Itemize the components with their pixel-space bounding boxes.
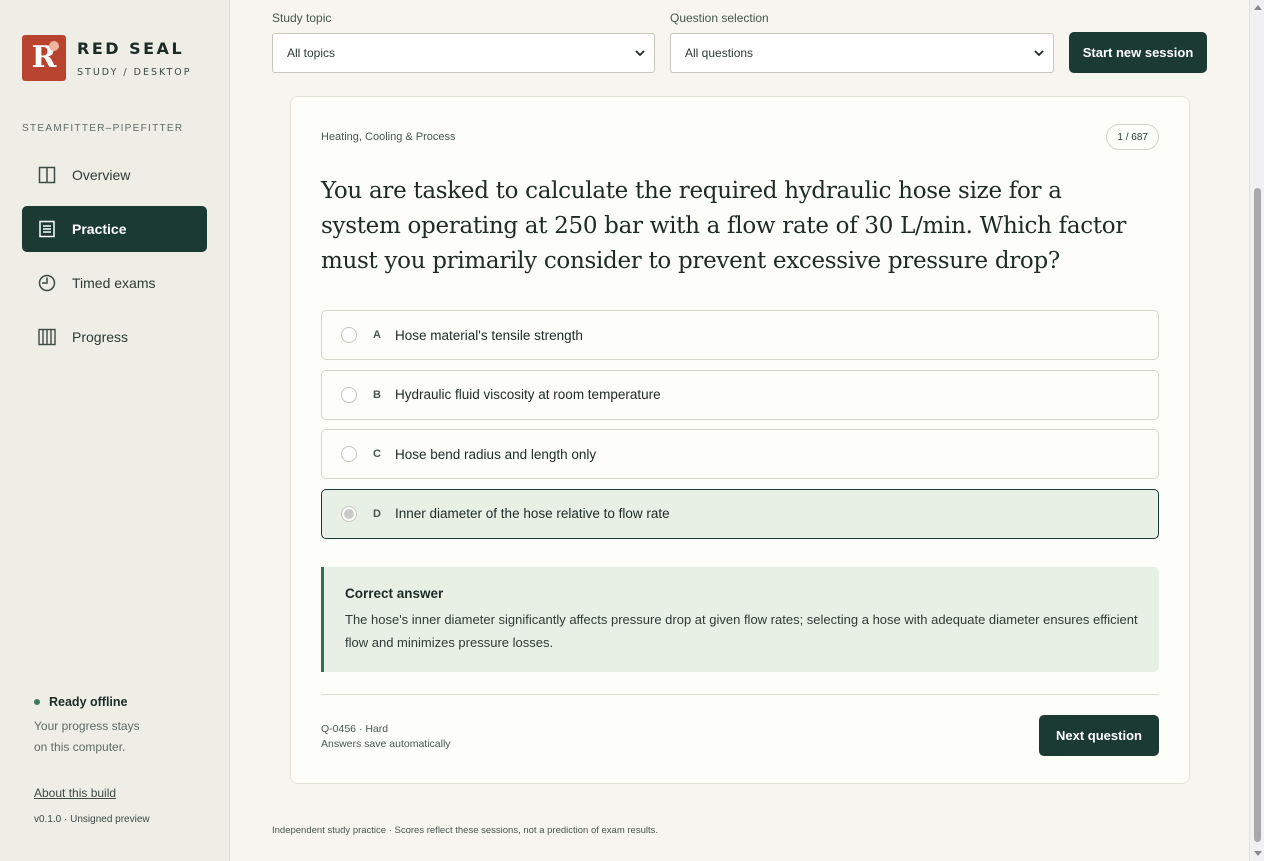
option-letter: C bbox=[373, 448, 381, 460]
radio-button[interactable] bbox=[341, 446, 357, 462]
about-link[interactable]: About this build bbox=[34, 786, 116, 800]
list-icon bbox=[38, 220, 56, 238]
sidebar-item-timed-exams[interactable]: Timed exams bbox=[22, 260, 207, 306]
clock-icon bbox=[38, 274, 56, 292]
scroll-down-arrow-icon[interactable] bbox=[1254, 851, 1262, 856]
option-text: Hose bend radius and length only bbox=[395, 446, 597, 462]
sidebar-item-label: Timed exams bbox=[72, 275, 156, 291]
sidebar-item-label: Practice bbox=[72, 221, 127, 237]
option-letter: A bbox=[373, 329, 381, 341]
sidebar: R RED SEAL STUDY / DESKTOP STEAMFITTER–P… bbox=[0, 0, 230, 861]
chevron-down-icon bbox=[635, 47, 645, 62]
selection-select-value: All questions bbox=[685, 46, 754, 60]
question-counter: 1 / 687 bbox=[1106, 124, 1159, 150]
status-label: Ready offline bbox=[49, 695, 128, 709]
answer-option-c[interactable]: C Hose bend radius and length only bbox=[321, 429, 1159, 479]
trade-label: STEAMFITTER–PIPEFITTER bbox=[22, 123, 184, 134]
sidebar-item-overview[interactable]: Overview bbox=[22, 152, 207, 198]
page-scrollbar[interactable] bbox=[1249, 0, 1264, 861]
answer-option-d[interactable]: D Inner diameter of the hose relative to… bbox=[321, 488, 1159, 539]
sidebar-item-label: Progress bbox=[72, 329, 129, 345]
status-dot bbox=[34, 699, 40, 705]
question-selection-select[interactable]: All questions bbox=[670, 33, 1054, 73]
option-text: Hydraulic fluid viscosity at room temper… bbox=[395, 387, 661, 402]
sidebar-nav: Overview Practice Timed exams Progress bbox=[22, 152, 207, 368]
topic-label: Study topic bbox=[272, 11, 332, 25]
answer-options: A Hose material's tensile strength B Hyd… bbox=[321, 310, 1159, 548]
brand-logo: R bbox=[22, 35, 66, 81]
question-topic: Heating, Cooling & Process bbox=[321, 131, 456, 143]
offline-status: Ready offline Your progress stays on thi… bbox=[34, 695, 154, 758]
bars-icon bbox=[38, 328, 56, 346]
topic-select[interactable]: All topics bbox=[272, 33, 655, 73]
brand-subtitle: STUDY / DESKTOP bbox=[77, 66, 192, 78]
footer-note: Independent study practice · Scores refl… bbox=[272, 825, 659, 836]
logo-dot bbox=[49, 41, 59, 51]
radio-button-selected[interactable] bbox=[341, 505, 357, 522]
radio-button[interactable] bbox=[341, 327, 357, 343]
scroll-up-arrow-icon[interactable] bbox=[1254, 5, 1262, 10]
autosave-note: Answers save automatically bbox=[321, 738, 451, 750]
option-text: Inner diameter of the hose relative to f… bbox=[395, 506, 670, 521]
radio-button[interactable] bbox=[341, 386, 357, 403]
brand: R RED SEAL STUDY / DESKTOP bbox=[22, 35, 191, 81]
next-question-button[interactable]: Next question bbox=[1039, 715, 1159, 756]
columns-icon bbox=[38, 166, 56, 184]
question-text: You are tasked to calculate the required… bbox=[321, 178, 1127, 274]
selection-label: Question selection bbox=[670, 11, 769, 25]
feedback-title: Correct answer bbox=[345, 586, 444, 601]
divider bbox=[321, 694, 1159, 695]
answer-option-a[interactable]: A Hose material's tensile strength bbox=[321, 310, 1159, 360]
option-text: Hose material's tensile strength bbox=[395, 327, 583, 343]
chevron-down-icon bbox=[1034, 47, 1044, 62]
version-label: v0.1.0 · Unsigned preview bbox=[34, 814, 150, 825]
scrollbar-thumb[interactable] bbox=[1254, 188, 1261, 842]
question-card: Heating, Cooling & Process 1 / 687 You a… bbox=[290, 96, 1190, 784]
option-letter: D bbox=[373, 507, 381, 520]
sidebar-item-progress[interactable]: Progress bbox=[22, 314, 207, 360]
sidebar-item-practice[interactable]: Practice bbox=[22, 206, 207, 252]
status-note: Your progress stays on this computer. bbox=[34, 719, 140, 754]
question-meta: Q-0456 · Hard Answers save automatically bbox=[321, 722, 451, 752]
topic-select-value: All topics bbox=[287, 46, 336, 60]
feedback-text: The hose's inner diameter significantly … bbox=[345, 612, 1138, 650]
start-session-button[interactable]: Start new session bbox=[1069, 32, 1207, 73]
sidebar-item-label: Overview bbox=[72, 167, 131, 183]
brand-title: RED SEAL bbox=[77, 38, 185, 58]
question-id: Q-0456 · Hard bbox=[321, 723, 389, 735]
option-letter: B bbox=[373, 388, 381, 401]
answer-option-b[interactable]: B Hydraulic fluid viscosity at room temp… bbox=[321, 369, 1159, 420]
answer-feedback: Correct answer The hose's inner diameter… bbox=[321, 567, 1159, 672]
